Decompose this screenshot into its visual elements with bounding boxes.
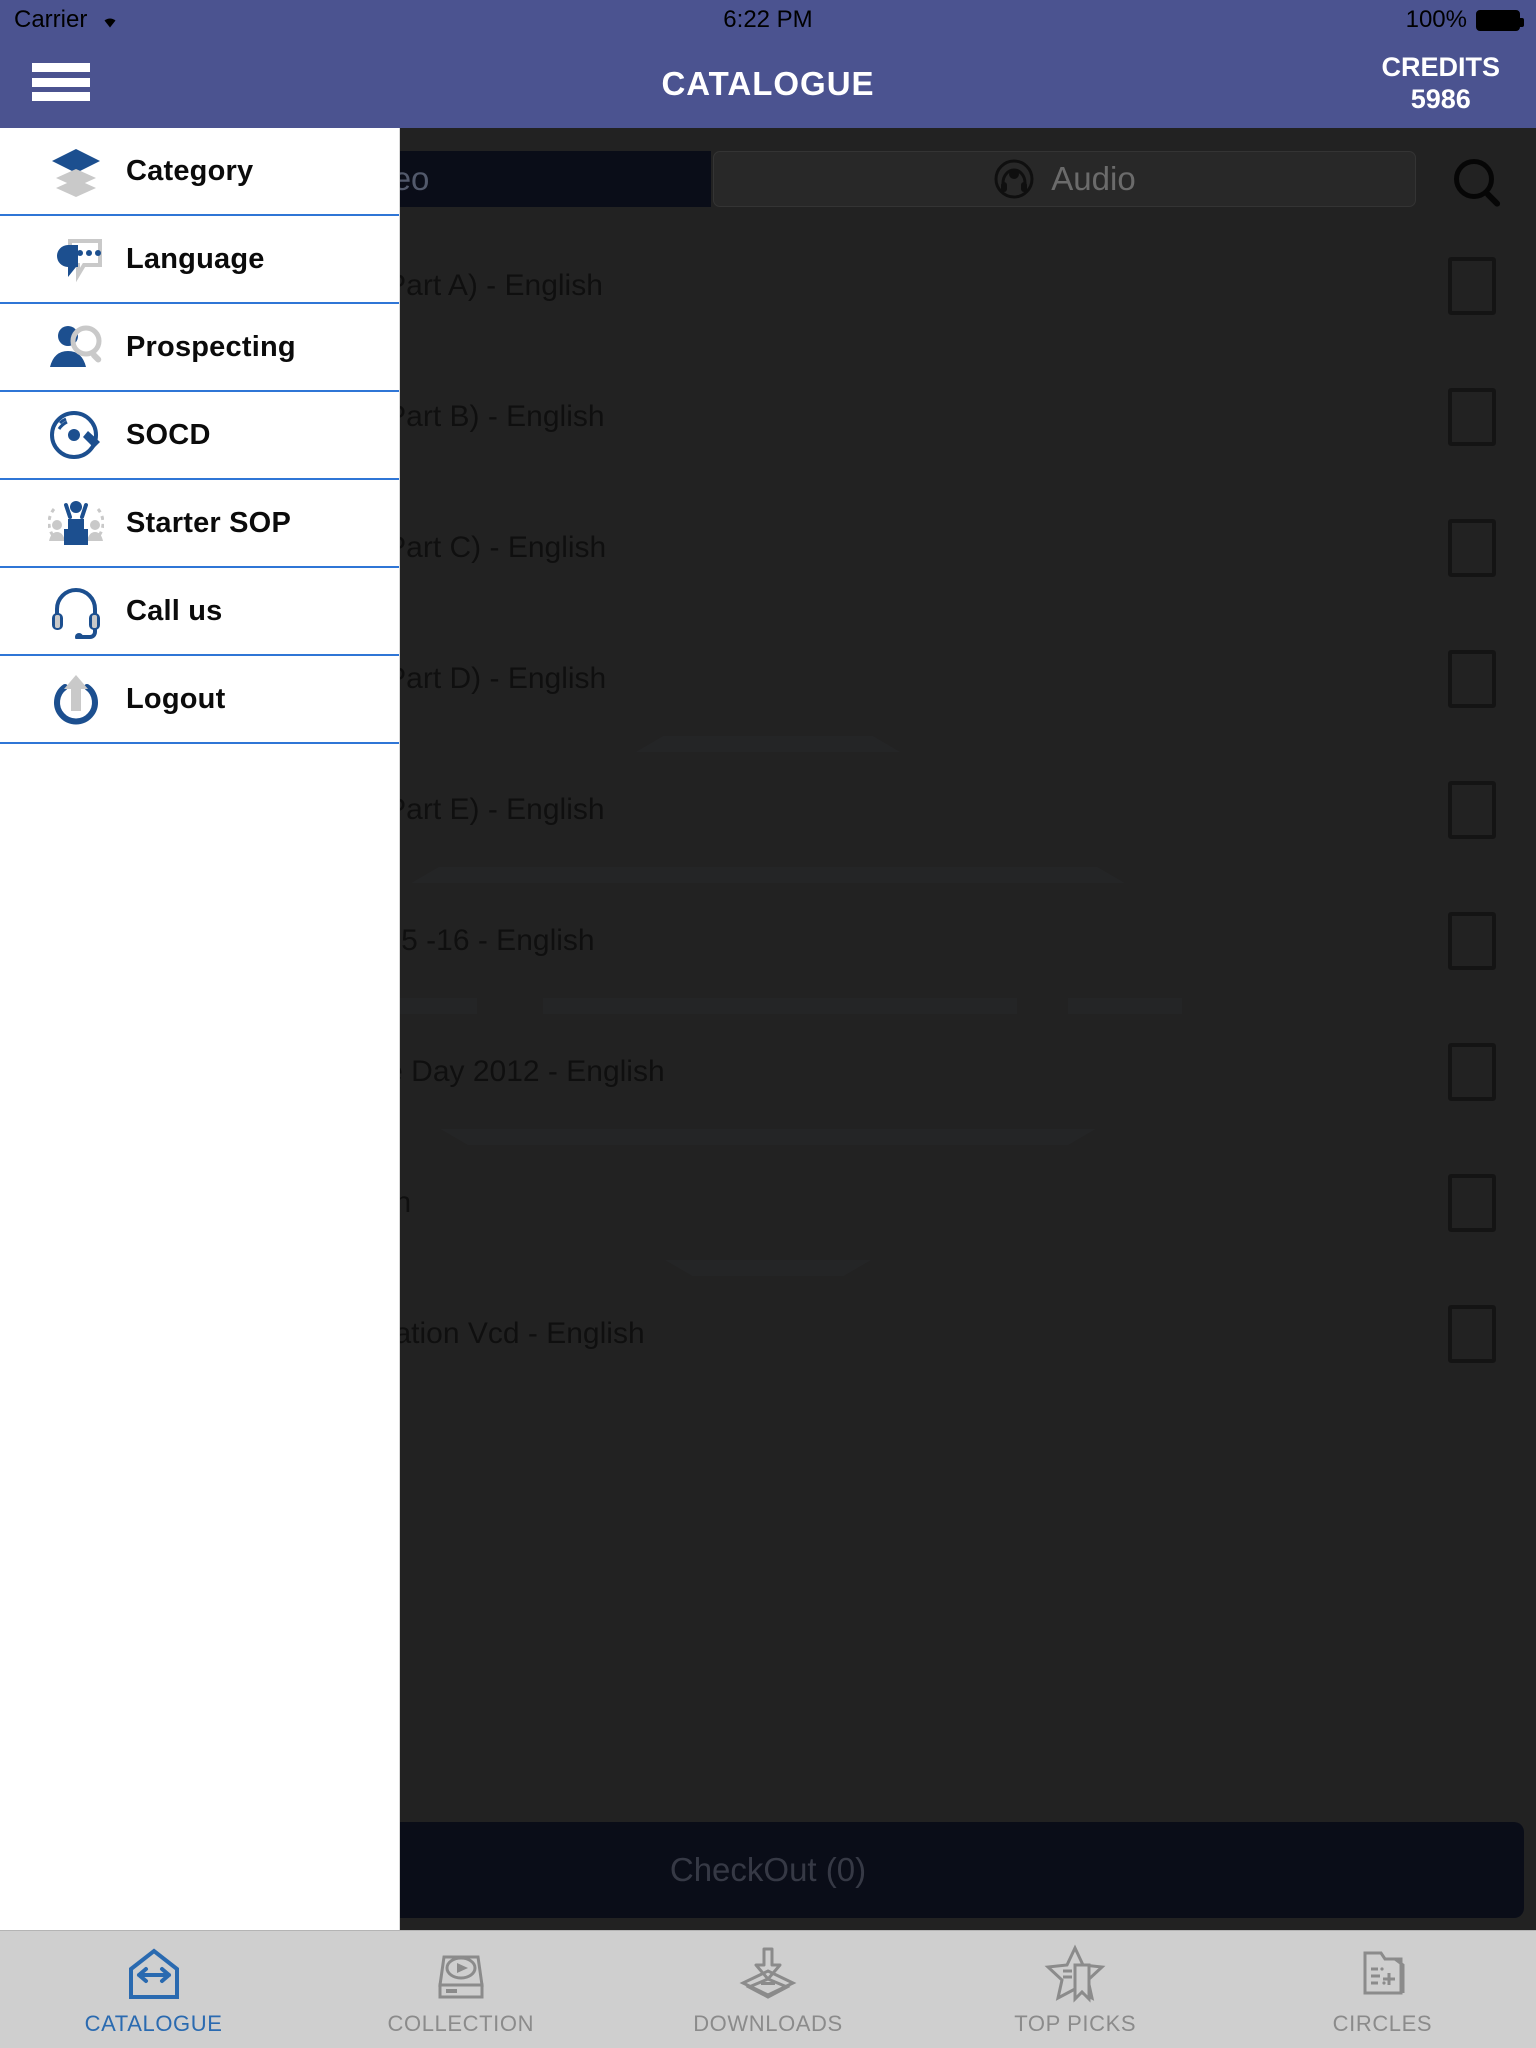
clock: 6:22 PM (723, 6, 813, 33)
sidebar-item-label: Language (126, 242, 265, 275)
row-checkbox[interactable] (1448, 518, 1496, 577)
row-checkbox[interactable] (1448, 1042, 1496, 1101)
sidebar-item-logout[interactable]: Logout (0, 656, 399, 744)
battery-percent: 100% (1405, 6, 1467, 33)
download-tray-icon (739, 1947, 797, 1999)
tab-top-picks[interactable]: TOP PICKS (922, 1931, 1229, 2048)
sidebar-item-label: Starter SOP (126, 506, 291, 539)
folder-plus-icon (1363, 1951, 1405, 1994)
sidebar-item-starter-sop[interactable]: Starter SOP (0, 480, 399, 568)
house-arrows-icon (128, 1947, 179, 1999)
row-checkbox[interactable] (1448, 1173, 1496, 1232)
speech-bubble-icon (57, 239, 102, 283)
tab-collection[interactable]: COLLECTION (307, 1931, 614, 2048)
tab-catalogue[interactable]: CATALOGUE (0, 1931, 307, 2048)
sidebar-item-label: SOCD (126, 418, 211, 451)
power-logout-icon (54, 675, 98, 725)
sidebar-item-label: Call us (126, 594, 223, 627)
segment-audio[interactable]: Audio (713, 151, 1416, 207)
segment-audio-label: Audio (1051, 160, 1136, 197)
credits-label: CREDITS (1381, 52, 1500, 83)
tab-downloads[interactable]: DOWNLOADS (614, 1931, 921, 2048)
sidebar-item-label: Category (126, 154, 254, 187)
headset-icon (52, 588, 100, 639)
row-checkbox[interactable] (1448, 649, 1496, 708)
cd-disc-icon (50, 411, 100, 459)
sidebar-item-category[interactable]: Category (0, 128, 399, 216)
tab-label: CIRCLES (1332, 2010, 1433, 2036)
credits-display: CREDITS 5986 (1381, 52, 1500, 116)
person-search-icon (50, 325, 102, 367)
status-bar-right: 100% (1405, 6, 1524, 34)
sidebar-item-socd[interactable]: SOCD (0, 392, 399, 480)
side-drawer: Category Language Prospecting SOCD Start… (0, 128, 400, 1930)
star-bookmark-icon (1044, 1943, 1106, 2003)
sidebar-item-call-us[interactable]: Call us (0, 568, 399, 656)
sidebar-item-label: Prospecting (126, 330, 296, 363)
tab-label: TOP PICKS (1014, 2010, 1137, 2036)
presenter-group-icon (48, 501, 104, 545)
row-checkbox[interactable] (1448, 780, 1496, 839)
tab-circles[interactable]: CIRCLES (1229, 1931, 1536, 2048)
credits-value: 5986 (1410, 84, 1471, 114)
search-icon (1454, 159, 1494, 199)
row-checkbox[interactable] (1448, 387, 1496, 446)
row-checkbox[interactable] (1448, 1304, 1496, 1363)
status-bar: Carrier 6:22 PM 100% (0, 0, 1536, 40)
row-checkbox[interactable] (1448, 256, 1496, 315)
page-title: CATALOGUE (661, 65, 875, 102)
tab-label: DOWNLOADS (693, 2010, 843, 2036)
tab-label: COLLECTION (387, 2010, 535, 2036)
search-button[interactable] (1416, 151, 1532, 207)
row-checkbox[interactable] (1448, 911, 1496, 970)
layers-icon (52, 149, 100, 197)
sidebar-item-label: Logout (126, 682, 226, 715)
media-play-box-icon (438, 1955, 484, 1998)
navigation-bar: CATALOGUE CREDITS 5986 (0, 40, 1536, 128)
app-screen: Carrier 6:22 PM 100% CATALOGUE CREDITS 5… (0, 0, 1536, 2048)
battery-full-icon (1476, 9, 1524, 31)
headphone-icon (994, 159, 1034, 199)
sidebar-item-prospecting[interactable]: Prospecting (0, 304, 399, 392)
tab-label: CATALOGUE (84, 2010, 223, 2036)
bottom-tab-bar: CATALOGUE COLLECTION DOWNLOADS TOP PICKS… (0, 1930, 1536, 2048)
sidebar-item-language[interactable]: Language (0, 216, 399, 304)
